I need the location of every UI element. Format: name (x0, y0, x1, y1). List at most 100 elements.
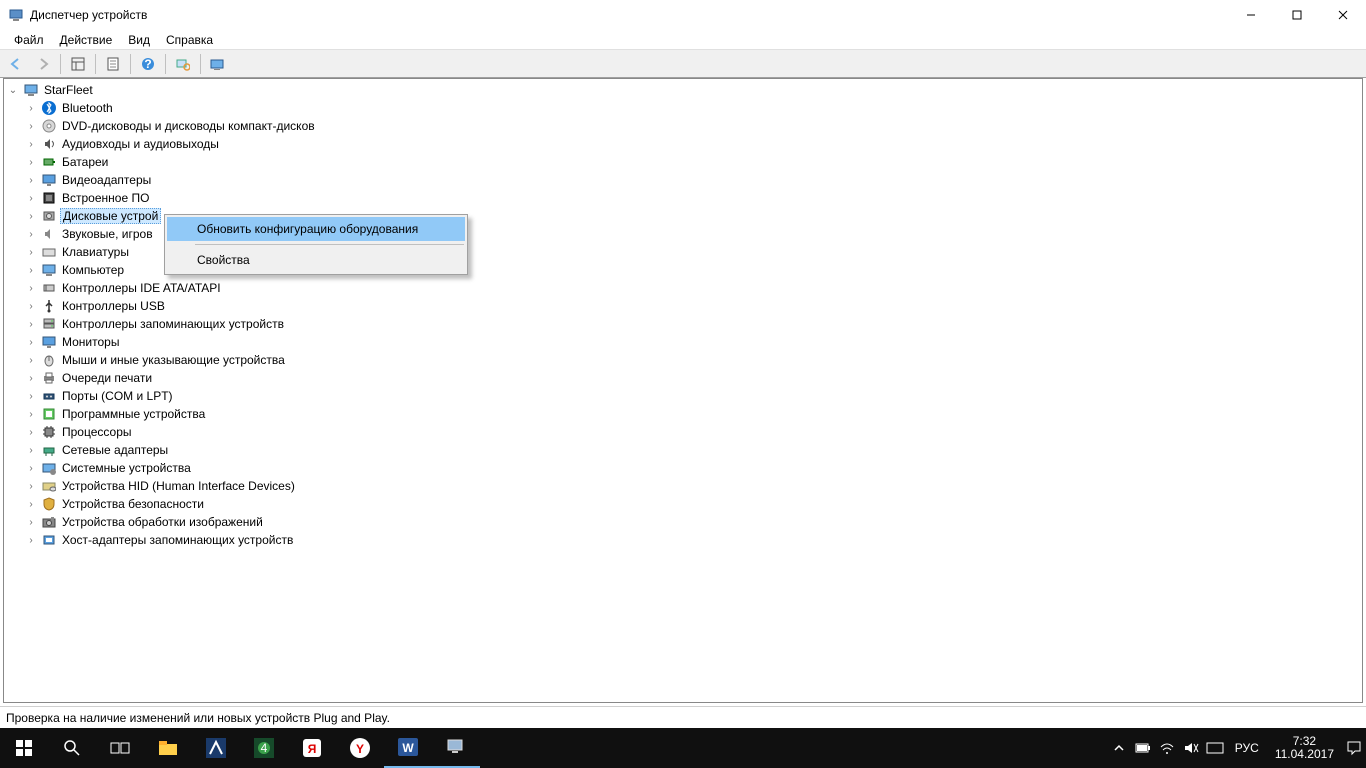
tree-category[interactable]: › Программные устройства (4, 405, 1362, 423)
taskbar-word-icon[interactable]: W (384, 728, 432, 768)
chevron-right-icon[interactable]: › (24, 337, 38, 348)
minimize-button[interactable] (1228, 0, 1274, 30)
show-hide-console-tree-button[interactable] (66, 52, 90, 76)
chevron-right-icon[interactable]: › (24, 409, 38, 420)
chevron-right-icon[interactable]: › (24, 229, 38, 240)
chevron-right-icon[interactable]: › (24, 211, 38, 222)
tree-category[interactable]: ›Контроллеры IDE ATA/ATAPI (4, 279, 1362, 297)
chevron-right-icon[interactable]: › (24, 283, 38, 294)
chevron-right-icon[interactable]: › (24, 373, 38, 384)
tree-category-label: Мыши и иные указывающие устройства (62, 353, 285, 367)
chevron-right-icon[interactable]: › (24, 481, 38, 492)
display-icon (41, 172, 57, 188)
menu-view[interactable]: Вид (120, 31, 158, 49)
tree-category[interactable]: ›Bluetooth (4, 99, 1362, 117)
tree-category[interactable]: ›Устройства HID (Human Interface Devices… (4, 477, 1362, 495)
device-tree[interactable]: ⌄StarFleet›Bluetooth›DVD-дисководы и дис… (3, 78, 1363, 703)
chevron-right-icon[interactable]: › (24, 301, 38, 312)
taskbar-app-icon[interactable]: Y (336, 728, 384, 768)
chevron-right-icon[interactable]: › (24, 319, 38, 330)
hostadapter-icon (41, 532, 57, 548)
chevron-right-icon[interactable]: › (24, 265, 38, 276)
clock[interactable]: 7:32 11.04.2017 (1267, 735, 1342, 761)
chevron-right-icon[interactable]: › (24, 247, 38, 258)
back-button[interactable] (4, 52, 28, 76)
tree-category[interactable]: ›Контроллеры запоминающих устройств (4, 315, 1362, 333)
menu-action[interactable]: Действие (52, 31, 121, 49)
start-button[interactable] (0, 728, 48, 768)
tree-category-label: Дисковые устрой (63, 209, 158, 223)
tree-category[interactable]: ›Системные устройства (4, 459, 1362, 477)
taskbar-device-manager-icon[interactable] (432, 728, 480, 768)
tree-category[interactable]: ›Аудиовходы и аудиовыходы (4, 135, 1362, 153)
hid-icon (41, 478, 57, 494)
tree-category[interactable]: › Мыши и иные указывающие устройства (4, 351, 1362, 369)
chevron-right-icon[interactable]: › (24, 121, 38, 132)
chevron-right-icon[interactable]: › (24, 445, 38, 456)
chevron-right-icon[interactable]: › (24, 535, 38, 546)
tray-power-icon[interactable] (1131, 728, 1155, 768)
chevron-down-icon[interactable]: ⌄ (6, 85, 20, 96)
chevron-right-icon[interactable]: › (24, 139, 38, 150)
maximize-button[interactable] (1274, 0, 1320, 30)
tree-category-label: Сетевые адаптеры (62, 443, 168, 457)
tree-category[interactable]: › Сетевые адаптеры (4, 441, 1362, 459)
task-view-button[interactable] (96, 728, 144, 768)
tree-category[interactable]: ›Мониторы (4, 333, 1362, 351)
chevron-right-icon[interactable]: › (24, 193, 38, 204)
help-button[interactable]: ? (136, 52, 160, 76)
taskbar-app-icon[interactable] (192, 728, 240, 768)
tree-category[interactable]: ›DVD-дисководы и дисководы компакт-диско… (4, 117, 1362, 135)
search-button[interactable] (48, 728, 96, 768)
tree-category[interactable]: ›Процессоры (4, 423, 1362, 441)
keyboard-icon (41, 244, 57, 260)
tree-category[interactable]: › Порты (COM и LPT) (4, 387, 1362, 405)
taskbar-explorer-icon[interactable] (144, 728, 192, 768)
chevron-right-icon[interactable]: › (24, 157, 38, 168)
chevron-right-icon[interactable]: › (24, 499, 38, 510)
tree-category-label: Контроллеры USB (62, 299, 165, 313)
chevron-right-icon[interactable]: › (24, 463, 38, 474)
chevron-right-icon[interactable]: › (24, 355, 38, 366)
tray-wifi-icon[interactable] (1155, 728, 1179, 768)
tree-category[interactable]: ›Устройства безопасности (4, 495, 1362, 513)
tree-category[interactable]: ›Батареи (4, 153, 1362, 171)
scan-hardware-button[interactable] (171, 52, 195, 76)
chevron-right-icon[interactable]: › (24, 391, 38, 402)
chevron-right-icon[interactable]: › (24, 175, 38, 186)
tree-category[interactable]: ›Встроенное ПО (4, 189, 1362, 207)
context-properties[interactable]: Свойства (167, 248, 465, 272)
tree-category-label: Звуковые, игров (62, 227, 153, 241)
tree-category-label: Программные устройства (62, 407, 205, 421)
taskbar: 4 Я Y W РУС 7:32 11.04.2017 (0, 728, 1366, 768)
forward-button[interactable] (31, 52, 55, 76)
taskbar-app-icon[interactable]: Я (288, 728, 336, 768)
language-indicator[interactable]: РУС (1227, 741, 1267, 755)
menu-file[interactable]: Файл (6, 31, 52, 49)
tree-category[interactable]: ›Устройства обработки изображений (4, 513, 1362, 531)
tree-category[interactable]: › Контроллеры USB (4, 297, 1362, 315)
action-center-icon[interactable] (1342, 728, 1366, 768)
menu-help[interactable]: Справка (158, 31, 221, 49)
toolbar-separator (165, 54, 166, 74)
chevron-right-icon[interactable]: › (24, 103, 38, 114)
toolbar-separator (95, 54, 96, 74)
tree-category-label: Порты (COM и LPT) (62, 389, 173, 403)
tree-root[interactable]: ⌄StarFleet (4, 81, 1362, 99)
tray-chevron-icon[interactable] (1107, 728, 1131, 768)
add-legacy-hardware-button[interactable] (206, 52, 230, 76)
ide-icon (41, 280, 57, 296)
properties-button[interactable] (101, 52, 125, 76)
context-scan-hardware[interactable]: Обновить конфигурацию оборудования (167, 217, 465, 241)
tree-category[interactable]: ›Видеоадаптеры (4, 171, 1362, 189)
close-button[interactable] (1320, 0, 1366, 30)
taskbar-app-icon[interactable]: 4 (240, 728, 288, 768)
chevron-right-icon[interactable]: › (24, 427, 38, 438)
sound-icon (41, 226, 57, 242)
tray-keyboard-icon[interactable] (1203, 728, 1227, 768)
tree-category[interactable]: ›Очереди печати (4, 369, 1362, 387)
tree-category[interactable]: ›Хост-адаптеры запоминающих устройств (4, 531, 1362, 549)
network-icon (41, 442, 57, 458)
tray-volume-icon[interactable] (1179, 728, 1203, 768)
chevron-right-icon[interactable]: › (24, 517, 38, 528)
